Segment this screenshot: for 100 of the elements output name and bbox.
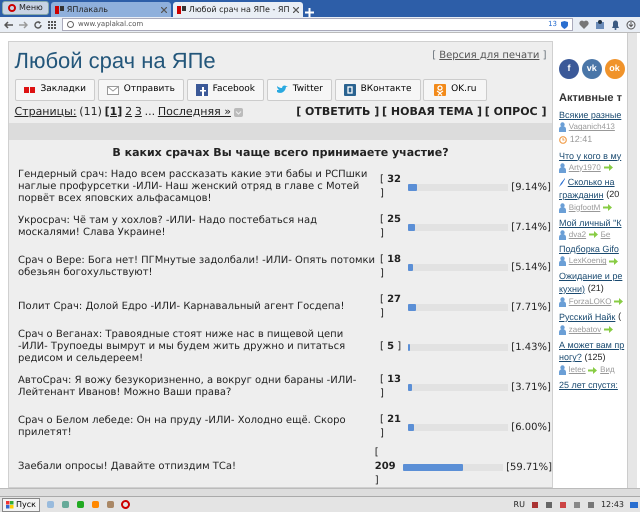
page-count: (11) (79, 104, 102, 120)
user-icon (559, 296, 566, 306)
page-link[interactable]: 3 (134, 104, 142, 120)
topic-link[interactable]: Русский Найк (559, 311, 616, 323)
show-desktop-icon[interactable] (630, 500, 638, 508)
browser-tab[interactable]: Любой срач на ЯПе - ЯП (172, 2, 303, 17)
vote-percent: [59.71%] (506, 460, 552, 474)
share-button[interactable]: ВКонтакте (334, 79, 421, 101)
vote-percent: [3.71%] (511, 380, 551, 394)
topic-link[interactable]: ногу? (559, 351, 582, 364)
bird-icon (276, 84, 288, 96)
grid-icon[interactable] (48, 20, 56, 28)
poll-question: В каких срачах Вы чаще всего принимаете участие? (111, 145, 450, 161)
topic-link[interactable]: Подборка Gifo (559, 243, 619, 256)
vote-percent: [6.00%] (511, 420, 551, 434)
user-icon (559, 256, 566, 266)
clock: 12:43 (600, 498, 624, 510)
vote-percent: [7.71%] (511, 300, 551, 314)
circle-logo-icon (8, 4, 16, 12)
vote-count: [ 25 ] (380, 213, 402, 241)
action-link[interactable]: [ ОТВЕТИТЬ ] (296, 104, 380, 120)
topic-link[interactable]: Мой личный "К (559, 216, 622, 228)
poll-option-text: Заебали опросы! Давайте отпиздим ТСа! (18, 461, 238, 473)
bracket: ] (542, 50, 546, 60)
heart-icon[interactable] (579, 20, 589, 29)
reply-count: ( (618, 310, 622, 324)
topic-link[interactable]: Всякие разные (559, 109, 622, 122)
topic-link[interactable]: Сколько на (568, 176, 615, 188)
bracket: [ (432, 50, 436, 60)
vote-count: [ 5 ] (380, 340, 402, 354)
poll-option-text: Срач о Вере: Бога нет! ПГМнутые задолбали! -ИЛИ- Опять потомки обезьян богохульствуют! (18, 255, 376, 279)
envelope-icon (106, 84, 119, 96)
site-icon (54, 6, 64, 14)
vote-percent: [1.43%] (511, 340, 551, 354)
close-icon[interactable] (160, 6, 167, 12)
clock-icon (559, 136, 567, 144)
poll-option-text: Срач о Белом лебеде: Он на пруду -ИЛИ- Холодно ещё. Скоро прилетят! (18, 415, 347, 439)
share-button[interactable]: Отправить (98, 79, 184, 101)
vote-count: [ 21 ] (380, 413, 402, 441)
reply-count: (21) (588, 282, 604, 295)
vote-count: [ 209 ] (374, 446, 396, 488)
extension-icon[interactable] (595, 20, 605, 30)
sidebar-heading: Активные т (559, 91, 623, 106)
vote-percent: [7.14%] (511, 220, 551, 234)
user-icon (559, 162, 566, 172)
share-button[interactable]: OK.ru (423, 79, 488, 101)
action-link[interactable]: [ ОПРОС ] (484, 104, 546, 120)
forward-icon[interactable] (19, 20, 28, 28)
vote-count: [ 27 ] (380, 293, 402, 321)
reply-count: (125) (584, 350, 606, 364)
download-icon[interactable] (626, 20, 636, 30)
vote-count: [ 32 ] (380, 173, 402, 201)
back-icon[interactable] (4, 20, 13, 28)
user-icon (559, 122, 566, 132)
topic-link[interactable]: Ожидание и ре (559, 270, 622, 282)
start-button[interactable]: Пуск (2, 498, 40, 512)
share-button[interactable]: Закладки (14, 79, 95, 101)
topic-link[interactable]: Что у кого в му (559, 150, 622, 162)
poll-option-text: АвтоСрач: Я вожу безукоризненно, а вокруг одни бараны -ИЛИ- Лейтенант Иванов! Можно Ваши права? (18, 375, 358, 399)
share-button[interactable]: Facebook (186, 79, 264, 101)
page-link[interactable]: 2 (125, 104, 132, 120)
reply-count: (20 (606, 188, 620, 202)
new-tab-icon[interactable] (304, 8, 314, 17)
blocks-icon (24, 84, 36, 96)
topic-link[interactable]: А может вам пр (559, 338, 624, 350)
poll-option-text: Гендерный срач: Надо всем рассказать какие эти бабы и РСПшки наглые профурсетки -ИЛИ- Наш женский отряд в главе с Мотей порвёт всех яповских альфасамцов! (18, 169, 368, 205)
page-link[interactable]: [1] (104, 104, 122, 120)
site-icon (176, 6, 186, 14)
language-indicator[interactable]: RU (514, 498, 525, 510)
ellipsis: ... (144, 104, 156, 120)
poll-option-text: Полит Срач: Долой Едро -ИЛИ- Карнавальный агент Госдепа! (18, 301, 346, 313)
user-icon (559, 324, 566, 335)
close-icon[interactable] (292, 6, 299, 12)
poll-option-text: Срач о Веганах: Травоядные стоят ниже нас в пищевой цепи -ИЛИ- Трупоеды вымрут и мы будем жить дружно и питаться редисом и сельдереем! (18, 329, 346, 365)
poll-option-text: Укросрач: Чё там у хохлов? -ИЛИ- Надо постебаться над москалями! Слава Украине! (18, 215, 318, 239)
vote-percent: [5.14%] (511, 260, 551, 274)
social-icon[interactable]: vk (582, 59, 602, 79)
action-link[interactable]: [ НОВАЯ ТЕМА ] (382, 104, 482, 120)
vote-count: [ 18 ] (380, 253, 402, 281)
windows-logo-icon (6, 500, 14, 508)
browser-tab[interactable]: ЯПлакаль (50, 2, 171, 17)
user-icon (559, 202, 566, 213)
user-icon (559, 230, 566, 240)
topic-title: Любой срач на ЯПе (14, 48, 216, 74)
pages-label[interactable]: Страницы: (14, 104, 77, 120)
time-label: 12:41 (570, 133, 592, 146)
ok-icon (434, 84, 446, 96)
bell-icon[interactable] (611, 20, 620, 30)
social-icon[interactable]: f (559, 59, 579, 79)
topic-link[interactable]: 25 лет спустя: (559, 378, 618, 391)
topic-link[interactable]: кухни) (559, 282, 586, 295)
user-icon (559, 365, 566, 375)
print-version-link[interactable]: Версия для печати (439, 50, 540, 60)
reload-icon[interactable] (34, 20, 42, 28)
share-button[interactable]: Twitter (266, 79, 332, 101)
vote-count: [ 13 ] (380, 373, 402, 401)
vote-percent: [9.14%] (511, 180, 551, 194)
last-page-link[interactable]: Последняя » (158, 104, 231, 120)
shield-icon (561, 20, 568, 28)
topic-link[interactable]: гражданин (559, 189, 604, 201)
